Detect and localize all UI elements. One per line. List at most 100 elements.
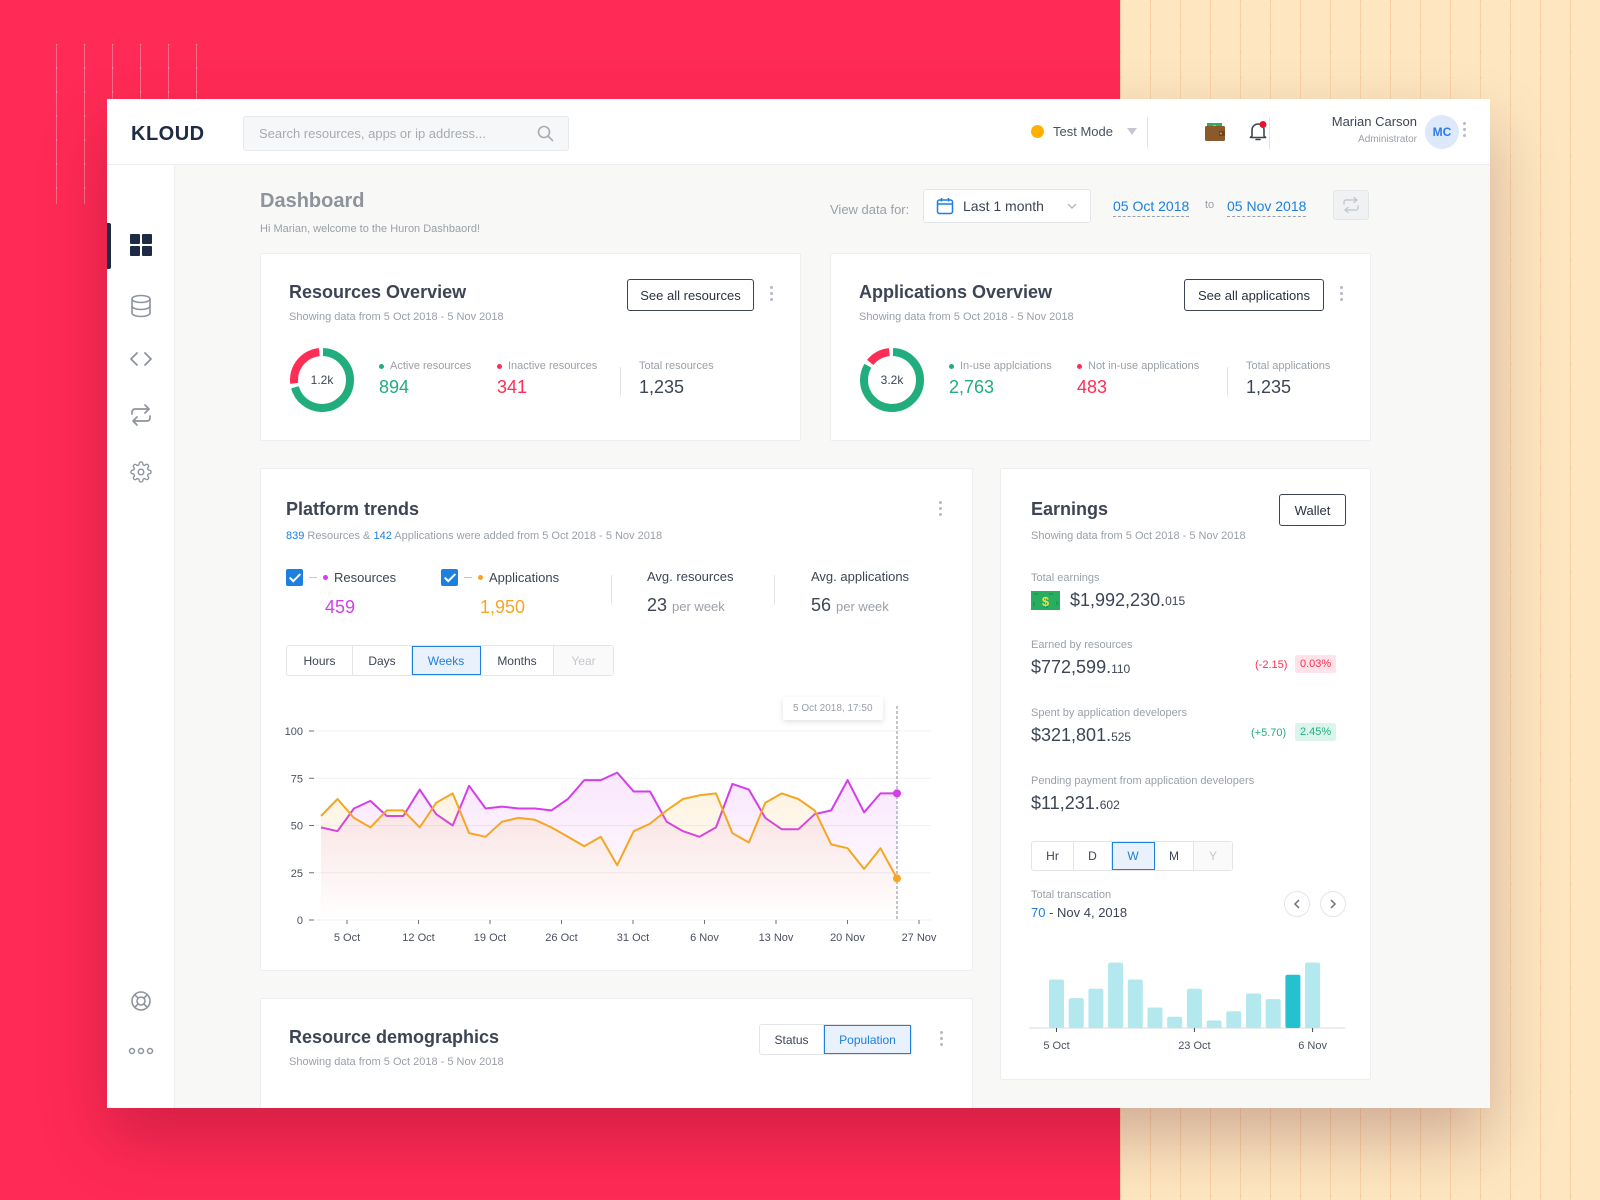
avatar[interactable]: MC [1425,115,1459,149]
transaction-bar[interactable] [1305,962,1321,1028]
sidebar-item-dashboard[interactable] [107,223,175,269]
user-name: Marian Carson [1331,114,1417,129]
notification-bell-icon[interactable] [1247,120,1269,147]
period-hours[interactable]: Hours [287,646,353,675]
period-weeks[interactable]: Weeks [412,646,481,675]
hover-point-applications[interactable] [893,874,901,883]
date-range-select[interactable]: Last 1 month [923,189,1091,223]
x-tick-label: 13 Nov [759,932,794,944]
transaction-bar[interactable] [1265,999,1281,1028]
x-tick-label: 5 Oct [334,932,360,944]
transaction-bar[interactable] [1285,974,1301,1028]
transaction-bar[interactable] [1226,1011,1242,1028]
total-transaction-label: Total transcation [1031,889,1112,901]
transaction-bar[interactable] [1147,1007,1163,1028]
caret-down-icon [1126,128,1137,135]
x-tick-label: 26 Oct [545,932,577,944]
sidebar-item-transfers[interactable] [107,395,175,435]
total-earnings-value: $ $1,992,230. 015 [1031,590,1185,611]
sidebar-item-more[interactable] [107,1031,175,1071]
transaction-bar[interactable] [1206,1020,1222,1028]
card-menu-kebab-icon[interactable] [939,501,943,519]
period-year: Year [554,646,613,675]
total-earnings-label: Total earnings [1031,572,1100,584]
transaction-bar[interactable] [1127,979,1143,1028]
search-icon[interactable] [537,125,554,147]
period-hour[interactable]: Hr [1032,842,1074,870]
card-menu-kebab-icon[interactable] [770,286,774,304]
transaction-bar[interactable] [1108,962,1124,1028]
y-tick-label: 0 [297,915,303,927]
user-menu-kebab-icon[interactable] [1463,122,1467,140]
legend-resources[interactable]: Resources [286,569,396,586]
date-from-field[interactable]: 05 Oct 2018 [1113,198,1190,217]
more-horizontal-icon [128,1047,154,1055]
toggle-population[interactable]: Population [824,1025,911,1054]
compare-button[interactable] [1333,190,1369,220]
card-menu-kebab-icon[interactable] [1340,286,1344,304]
applications-checkbox[interactable] [441,569,458,586]
period-month[interactable]: M [1155,842,1194,870]
donut-center-label: 1.2k [310,373,334,387]
logo[interactable]: KLOUD [131,123,205,146]
prev-button[interactable] [1284,891,1310,917]
stat-in-use-applications: In-use applciations 2,763 [949,360,1052,398]
next-button[interactable] [1320,891,1346,917]
transaction-bar[interactable] [1167,1016,1183,1028]
transaction-bar[interactable] [1246,993,1261,1028]
y-tick-label: 100 [285,726,303,738]
transactions-bar-chart: 5 Oct 23 Oct 6 Nov [1029,962,1345,1052]
wallet-button[interactable]: Wallet [1279,494,1346,526]
resource-demographics-card: Resource demographics Showing data from … [260,998,973,1108]
mode-selector[interactable]: Test Mode [1031,124,1137,139]
transaction-bar[interactable] [1049,979,1064,1028]
wallet-icon[interactable] [1204,122,1226,147]
user-info[interactable]: Marian Carson Administrator [1312,114,1417,145]
card-menu-kebab-icon[interactable] [940,1031,944,1049]
sidebar-item-settings[interactable] [107,452,175,492]
resources-checkbox[interactable] [286,569,303,586]
change-value: (+5.70) [1251,727,1287,739]
period-day[interactable]: D [1074,842,1112,870]
avg-value: 56 [811,595,832,615]
change-value: (-2.15) [1255,659,1288,671]
card-subtitle: Showing data from 5 Oct 2018 - 5 Nov 201… [1031,530,1246,542]
x-tick-label: 5 Oct [1043,1040,1069,1052]
top-bar: KLOUD Test Mode Marian Carson Administra… [107,99,1490,165]
calendar-icon [936,198,954,215]
transaction-bar[interactable] [1088,988,1104,1028]
repeat-icon [131,404,151,426]
sidebar-item-database[interactable] [107,286,175,326]
see-all-applications-button[interactable]: See all applications [1184,279,1324,311]
date-range-value: Last 1 month [963,198,1044,214]
code-icon [130,352,152,366]
sidebar-item-code[interactable] [107,339,175,379]
app-window: KLOUD Test Mode Marian Carson Administra… [107,99,1490,1108]
stat-value: 1,235 [639,377,685,397]
period-days[interactable]: Days [353,646,412,675]
hover-point-resources[interactable] [893,789,901,798]
search-input[interactable] [244,117,524,150]
sidebar-item-support[interactable] [107,981,175,1021]
legend-applications[interactable]: Applications [441,569,559,586]
change-badge-down: 0.03% [1295,655,1337,673]
date-to-field[interactable]: 05 Nov 2018 [1227,198,1307,217]
transaction-bar[interactable] [1186,988,1202,1028]
period-week[interactable]: W [1112,842,1155,870]
view-data-label: View data for: [830,202,910,217]
card-title: Resources Overview [289,282,467,302]
avg-unit: per week [672,599,725,614]
search-box[interactable] [243,116,569,151]
stat-value: 894 [379,377,410,397]
pending-payment-label: Pending payment from application develop… [1031,775,1255,787]
resources-donut: 1.2k [288,346,356,414]
applications-overview-card: Applications Overview Showing data from … [830,253,1371,441]
toggle-status[interactable]: Status [760,1025,824,1054]
avg-label: Avg. applications [811,569,910,584]
x-tick-label: 31 Oct [617,932,649,944]
transaction-bar[interactable] [1068,998,1084,1028]
page-title: Dashboard [260,190,365,212]
stat-value: 483 [1077,377,1108,397]
see-all-resources-button[interactable]: See all resources [627,279,754,311]
period-months[interactable]: Months [481,646,554,675]
